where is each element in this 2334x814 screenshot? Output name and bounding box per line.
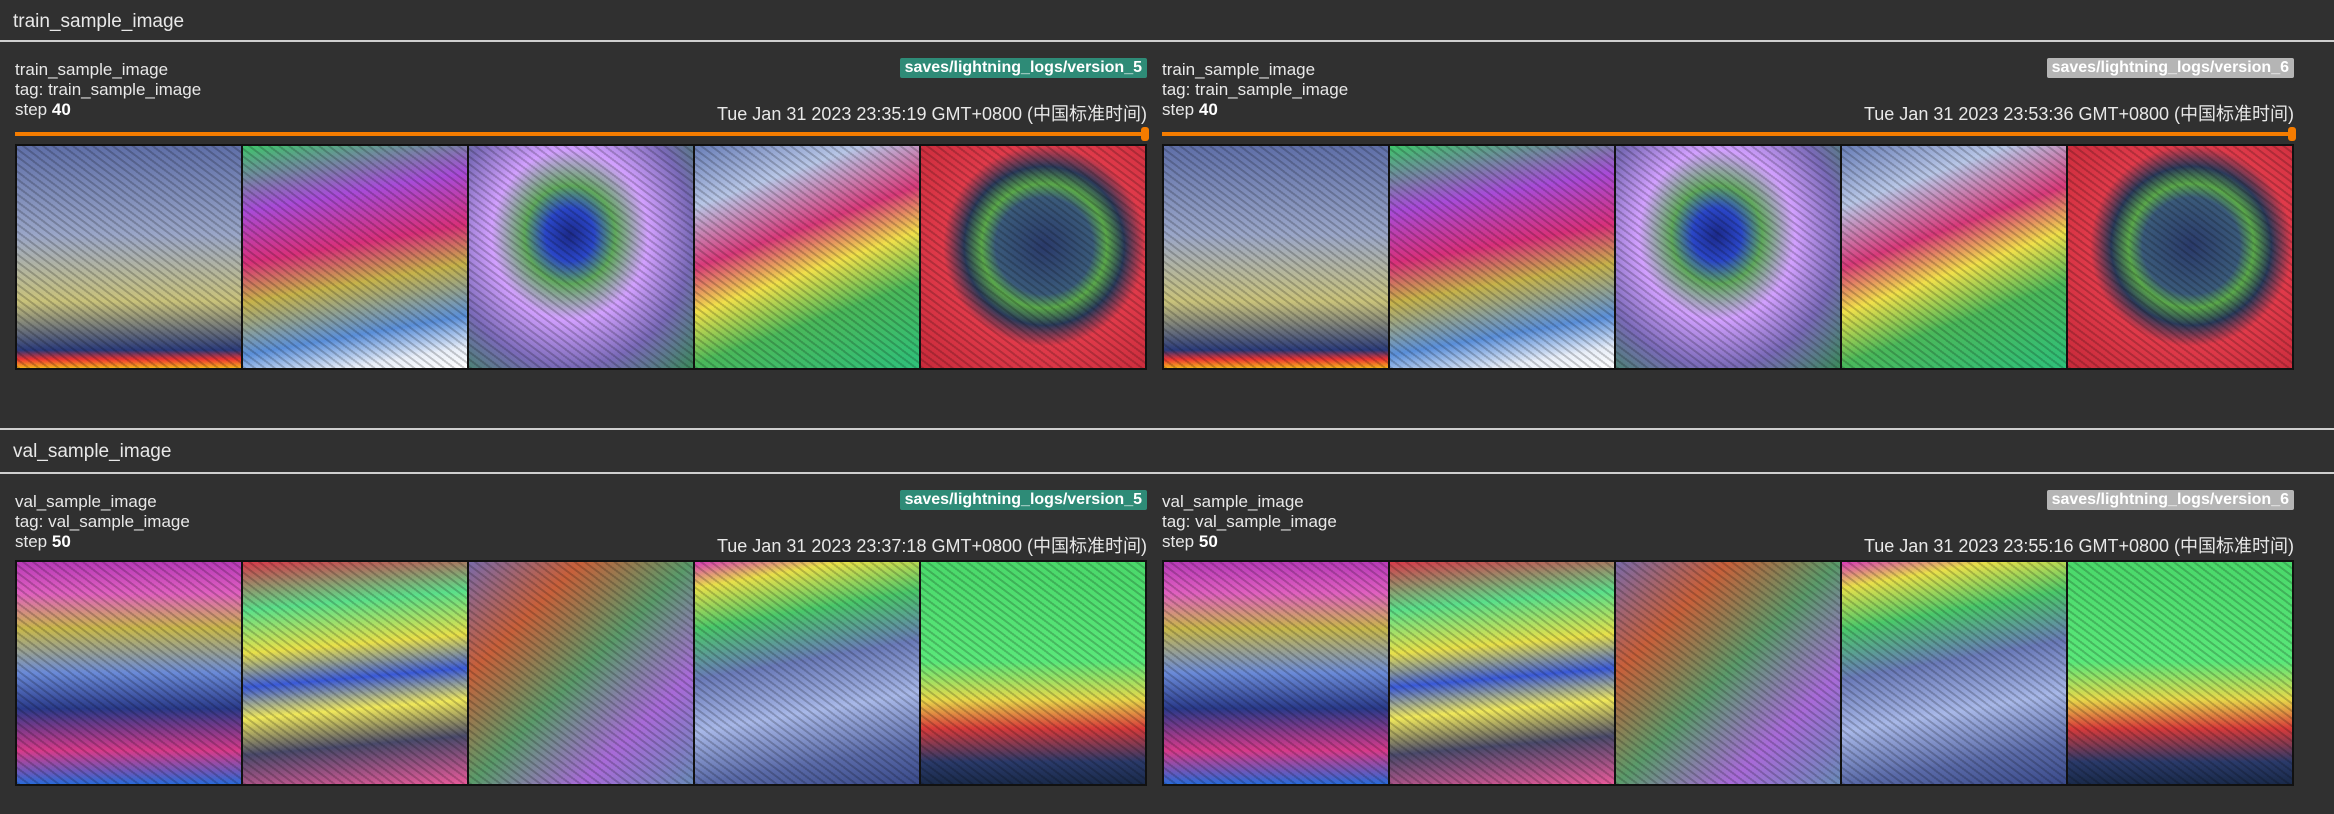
sample-image: [243, 562, 467, 784]
sample-image: [1390, 562, 1614, 784]
slider-track[interactable]: [15, 132, 1147, 136]
sample-image: [469, 562, 693, 784]
sample-image: [695, 562, 919, 784]
train-sample-image-group: train_sample_image train_sample_image ta…: [0, 0, 2334, 370]
sample-image: [2068, 562, 2292, 784]
card-title: val_sample_image: [15, 492, 157, 511]
image-card-version-6: val_sample_image tag: val_sample_image s…: [1162, 474, 2294, 786]
card-tag: tag: train_sample_image: [15, 80, 202, 99]
card-step: step 50: [15, 532, 71, 551]
card-step: step 40: [15, 100, 71, 119]
image-card-version-5: train_sample_image tag: train_sample_ima…: [15, 42, 1149, 370]
card-timestamp: Tue Jan 31 2023 23:37:18 GMT+0800 (中国标准时…: [716, 536, 1147, 556]
run-chip: saves/lightning_logs/version_6: [2046, 58, 2294, 78]
sample-image: [921, 146, 1145, 368]
sample-image: [1842, 562, 2066, 784]
run-chip: saves/lightning_logs/version_6: [2046, 490, 2294, 510]
sample-image: [243, 146, 467, 368]
sample-image: [1164, 562, 1388, 784]
step-value: 50: [1198, 532, 1218, 551]
step-slider[interactable]: [1162, 127, 2296, 144]
card-tag: tag: val_sample_image: [1162, 512, 1337, 531]
image-card-version-5: val_sample_image tag: val_sample_image s…: [15, 474, 1147, 786]
step-value: 40: [51, 100, 71, 119]
sample-image: [17, 562, 241, 784]
image-card-version-6: train_sample_image tag: train_sample_ima…: [1162, 42, 2296, 370]
run-chip: saves/lightning_logs/version_5: [899, 490, 1147, 510]
sample-image: [695, 146, 919, 368]
step-value: 40: [1198, 100, 1218, 119]
sample-image: [1616, 562, 1840, 784]
group-header[interactable]: train_sample_image: [0, 0, 2334, 42]
card-tag: tag: train_sample_image: [1162, 80, 1349, 99]
card-title: val_sample_image: [1162, 492, 1304, 511]
step-value: 50: [51, 532, 71, 551]
card-tag: tag: val_sample_image: [15, 512, 190, 531]
run-chip: saves/lightning_logs/version_5: [899, 58, 1147, 78]
card-timestamp: Tue Jan 31 2023 23:35:19 GMT+0800 (中国标准时…: [716, 104, 1147, 124]
slider-thumb[interactable]: [1141, 127, 1149, 141]
group-header[interactable]: val_sample_image: [0, 428, 2334, 474]
slider-thumb[interactable]: [2288, 127, 2296, 141]
card-step: step 40: [1162, 100, 1218, 119]
sample-image: [1164, 146, 1388, 368]
step-slider[interactable]: [15, 127, 1149, 144]
sample-image: [2068, 146, 2292, 368]
sample-image: [469, 146, 693, 368]
sample-image: [1616, 146, 1840, 368]
card-step: step 50: [1162, 532, 1218, 551]
slider-track[interactable]: [1162, 132, 2294, 136]
image-strip: [15, 144, 1147, 370]
sample-image: [1390, 146, 1614, 368]
image-strip: [15, 560, 1147, 786]
card-timestamp: Tue Jan 31 2023 23:55:16 GMT+0800 (中国标准时…: [1863, 536, 2294, 556]
sample-image: [17, 146, 241, 368]
image-strip: [1162, 144, 2294, 370]
image-strip: [1162, 560, 2294, 786]
sample-image: [1842, 146, 2066, 368]
sample-image: [921, 562, 1145, 784]
val-sample-image-group: val_sample_image val_sample_image tag: v…: [0, 428, 2334, 786]
card-title: train_sample_image: [15, 60, 169, 79]
card-timestamp: Tue Jan 31 2023 23:53:36 GMT+0800 (中国标准时…: [1863, 104, 2294, 124]
card-title: train_sample_image: [1162, 60, 1316, 79]
